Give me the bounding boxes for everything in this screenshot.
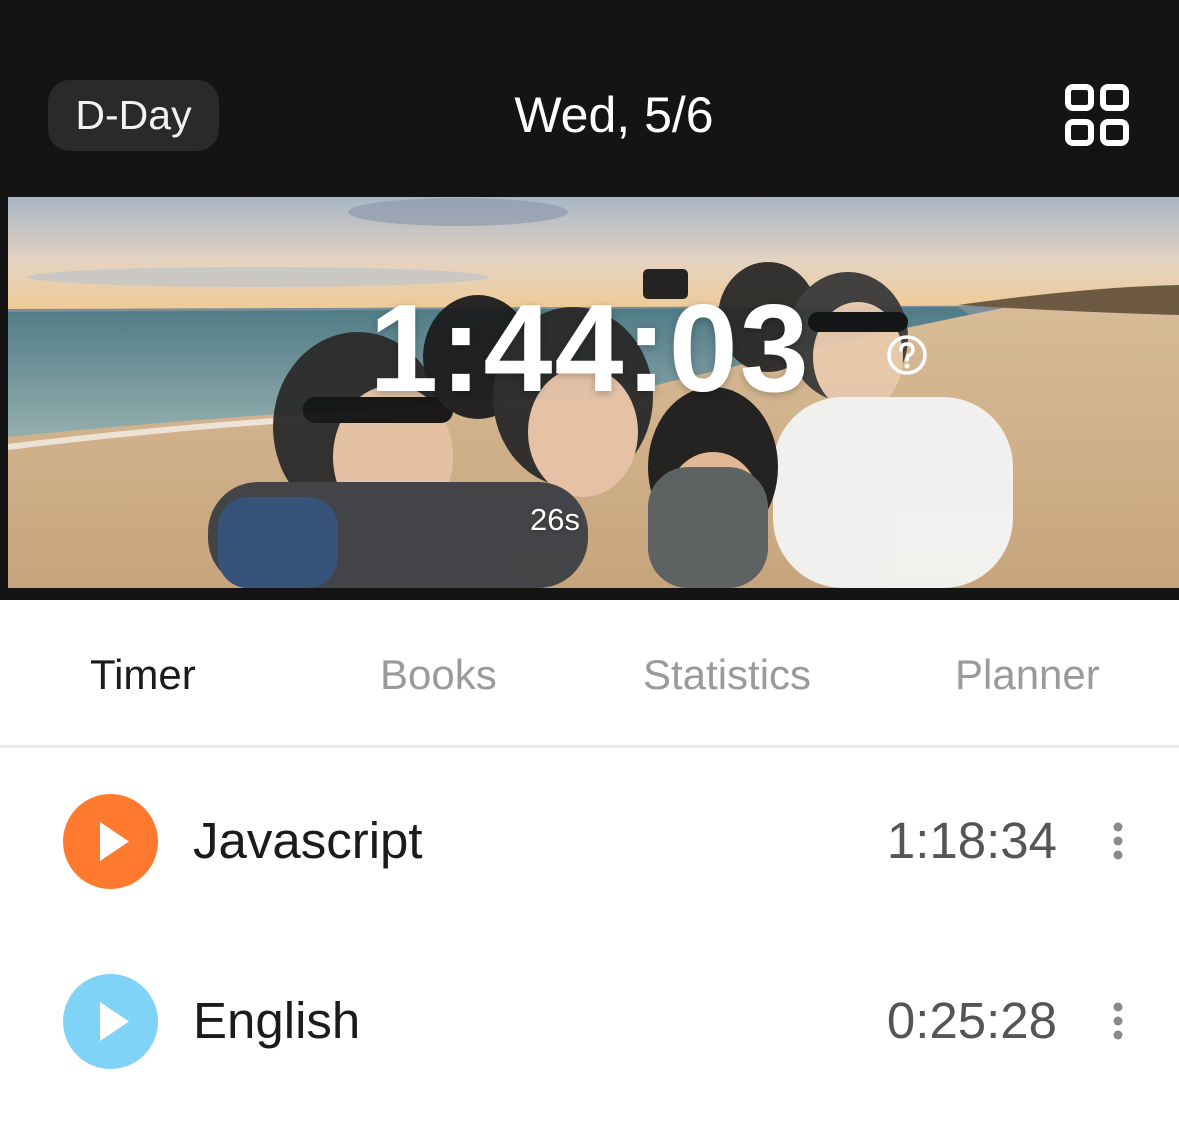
tab-bar: Timer Books Statistics Planner [0,600,1179,748]
question-circle-icon[interactable] [885,333,929,377]
more-vertical-icon[interactable] [1103,821,1133,861]
play-icon[interactable] [63,794,158,889]
subject-name: Javascript [193,812,423,869]
tab-statistics[interactable]: Statistics [643,645,811,705]
more-vertical-icon[interactable] [1103,1001,1133,1041]
seconds-counter: 26s [530,502,580,537]
date-title: Wed, 5/6 [514,87,714,143]
tab-books[interactable]: Books [380,645,497,705]
subject-row-english[interactable]: English 0:25:28 [0,931,1179,1111]
d-day-button[interactable]: D-Day [48,80,219,151]
subject-row-javascript[interactable]: Javascript 1:18:34 [0,751,1179,931]
play-icon[interactable] [63,974,158,1069]
subject-time: 0:25:28 [886,992,1057,1049]
subject-time: 1:18:34 [886,812,1057,869]
total-timer: 1:44:03 [369,280,811,418]
tab-planner[interactable]: Planner [955,645,1100,705]
grid-icon[interactable] [1064,84,1130,146]
app-header: D-Day Wed, 5/6 1:44:03 26s [0,0,1179,600]
tab-timer[interactable]: Timer [90,645,196,705]
subject-name: English [193,992,361,1049]
top-bar: D-Day Wed, 5/6 [0,0,1179,195]
